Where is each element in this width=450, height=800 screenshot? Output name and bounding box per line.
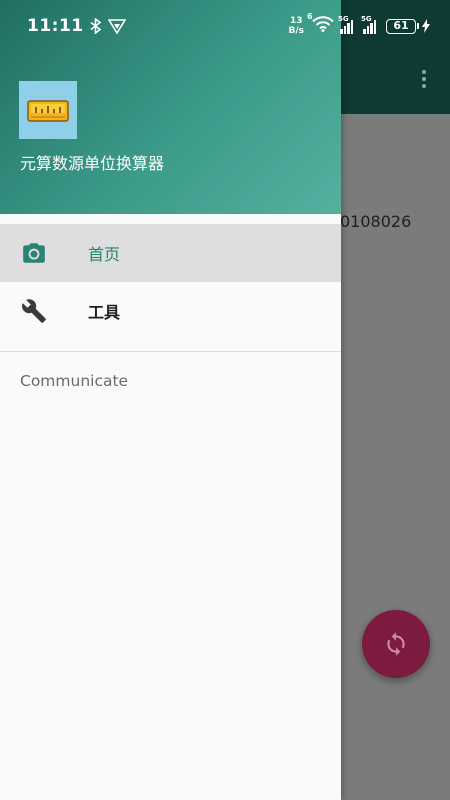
wifi-icon: 6 (307, 12, 334, 36)
app-logo (19, 81, 77, 139)
status-bar: 11:11 13 B/s 6 5G 5G 61 (0, 0, 450, 52)
result-text: 0108026 (340, 212, 412, 231)
nav-item-tools[interactable]: 工具 (0, 282, 341, 340)
navigation-drawer: 元算数源单位换算器 首页 工具 Communicate (0, 0, 341, 800)
network-speed: 13 B/s (288, 16, 304, 36)
charging-icon (422, 19, 430, 33)
divider (0, 351, 341, 352)
nav-item-label: 首页 (88, 245, 121, 264)
refresh-icon (387, 632, 405, 656)
bluetooth-icon (90, 18, 101, 34)
battery-icon: 61 (386, 18, 430, 34)
app-name: 元算数源单位换算器 (20, 154, 165, 173)
signal-icon: 5G (338, 15, 353, 34)
camera-icon (20, 239, 48, 267)
refresh-fab[interactable] (362, 610, 430, 678)
section-header-communicate: Communicate (20, 372, 129, 390)
nav-item-home[interactable]: 首页 (0, 224, 341, 282)
more-vert-icon[interactable] (412, 68, 436, 94)
ruler-icon (27, 100, 69, 122)
wrench-icon (20, 297, 48, 325)
vpn-icon (107, 19, 126, 34)
nav-item-label: 工具 (88, 303, 121, 322)
signal-icon: 5G (361, 15, 376, 34)
clock: 11:11 (27, 16, 84, 36)
